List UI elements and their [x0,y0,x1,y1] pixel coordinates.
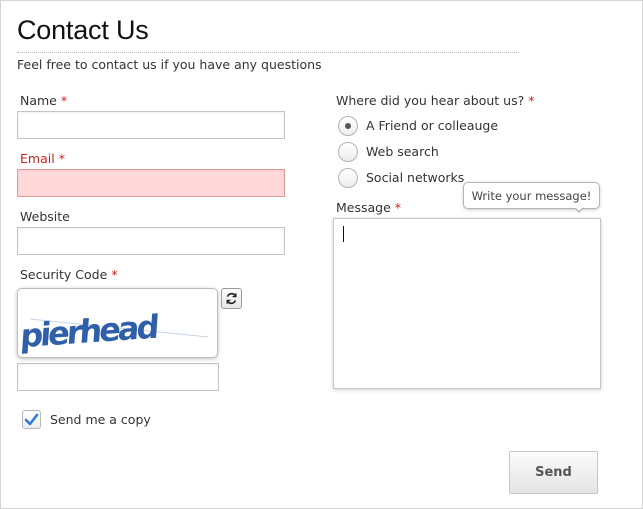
security-code-label-text: Security Code [20,267,108,282]
page-subtitle: Feel free to contact us if you have any … [17,57,322,72]
send-copy-label: Send me a copy [50,412,151,427]
security-code-input[interactable] [17,363,219,391]
send-copy-checkbox[interactable] [22,410,41,429]
name-input[interactable] [17,111,285,139]
title-divider [17,52,519,53]
source-label-text: Where did you hear about us? [336,93,525,108]
text-caret [343,226,344,242]
website-input[interactable] [17,227,285,255]
contact-form: Contact Us Feel free to contact us if yo… [0,0,643,509]
checkmark-icon [24,413,39,426]
required-marker: * [528,93,535,108]
page-title: Contact Us [17,15,149,45]
required-marker: * [58,151,65,166]
message-textarea[interactable] [333,218,601,389]
source-label: Where did you hear about us? * [336,93,535,108]
website-label: Website [20,209,70,224]
email-label-text: Email [20,151,55,166]
radio-web-search[interactable] [338,142,358,162]
message-tooltip: Write your message! [463,182,600,209]
name-label: Name * [20,93,67,108]
radio-social-networks-label: Social networks [366,170,465,185]
radio-social-networks[interactable] [338,168,358,188]
email-input[interactable] [17,169,285,197]
email-label: Email * [20,151,65,166]
send-button[interactable]: Send [509,451,598,494]
refresh-icon [226,292,237,305]
name-label-text: Name [20,93,57,108]
captcha-image: pierhead [17,288,218,358]
tooltip-arrow-fill [575,207,583,211]
required-marker: * [60,93,68,108]
message-label: Message * [336,200,401,215]
radio-friend[interactable] [338,116,358,136]
radio-selected-dot [345,123,351,129]
message-label-text: Message [336,200,391,215]
required-marker: * [111,267,118,282]
radio-web-search-label: Web search [366,144,439,159]
radio-friend-label: A Friend or colleauge [366,118,499,133]
required-marker: * [394,200,402,215]
captcha-refresh-button[interactable] [221,288,242,309]
security-code-label: Security Code * [20,267,118,282]
captcha-text: pierhead [19,308,159,356]
